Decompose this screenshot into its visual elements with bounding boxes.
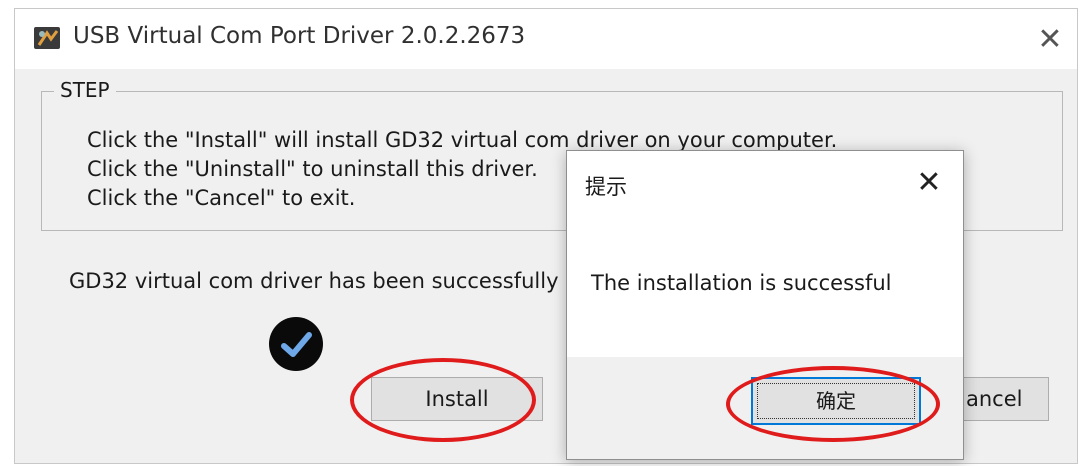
close-icon[interactable]: ✕ — [1029, 19, 1071, 61]
ok-button[interactable]: 确定 — [751, 377, 921, 425]
focus-rectangle — [757, 383, 915, 419]
title-bar[interactable]: USB Virtual Com Port Driver 2.0.2.2673 ✕ — [15, 9, 1077, 69]
window-title: USB Virtual Com Port Driver 2.0.2.2673 — [73, 23, 526, 49]
step-legend: STEP — [54, 78, 116, 102]
dialog-close-icon[interactable]: ✕ — [909, 163, 949, 203]
install-button[interactable]: Install — [371, 377, 543, 421]
dialog-message: The installation is successful — [591, 271, 892, 295]
checkmark-circle-icon — [269, 317, 323, 371]
dialog-title: 提示 — [585, 175, 627, 199]
success-dialog: 提示 ✕ The installation is successful 确定 — [566, 150, 964, 460]
driver-app-icon — [34, 27, 60, 49]
status-message: GD32 virtual com driver has been success… — [69, 269, 559, 293]
